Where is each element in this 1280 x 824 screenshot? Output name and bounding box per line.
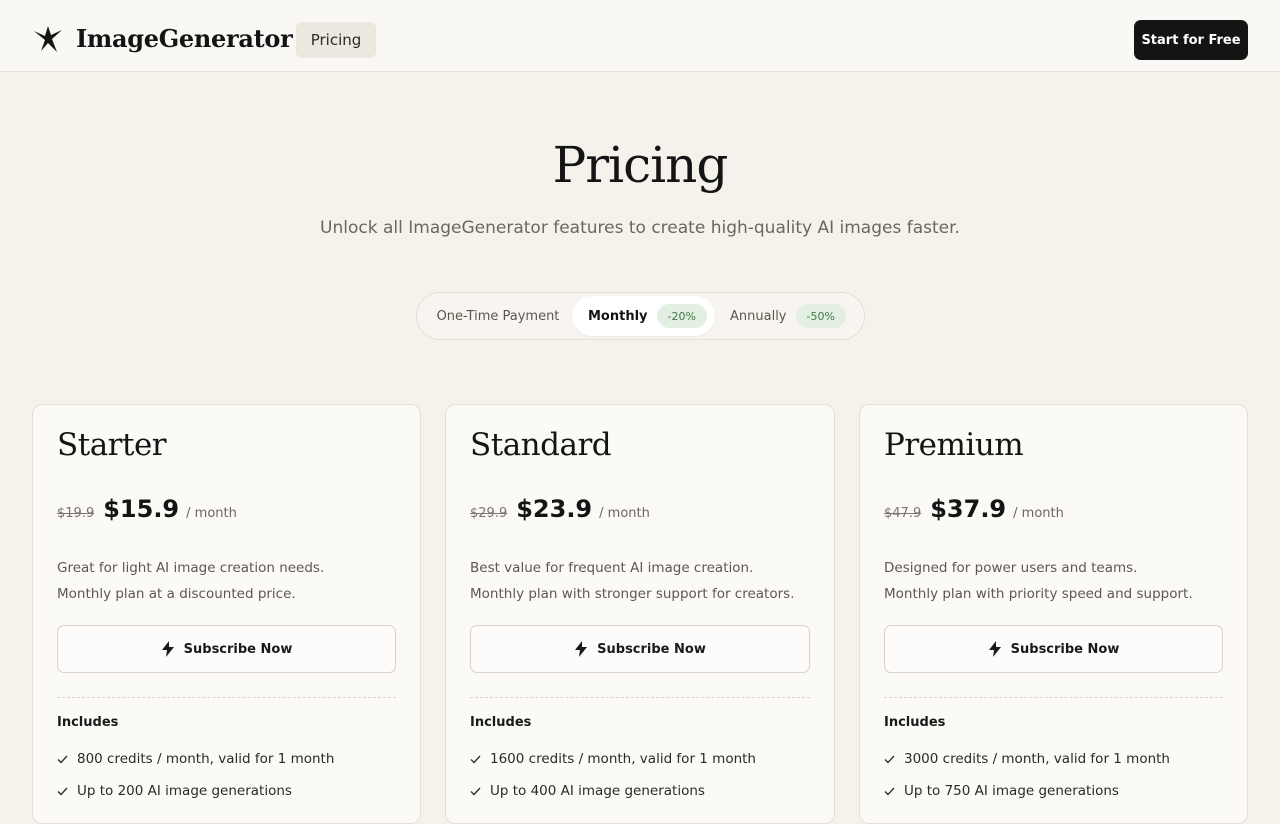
feature-text: 800 credits / month, valid for 1 month: [77, 751, 335, 767]
subscribe-button-label: Subscribe Now: [183, 641, 293, 657]
plan-name: Standard: [470, 427, 612, 463]
start-for-free-button[interactable]: Start for Free: [1134, 20, 1248, 60]
monthly-discount-badge: -20%: [656, 304, 707, 328]
divider: [57, 697, 396, 698]
plan-original-price: $29.9: [470, 506, 508, 521]
plan-current-price: $37.9: [930, 495, 1007, 523]
feature-text: Up to 750 AI image generations: [904, 783, 1119, 799]
bird-logo-icon: [34, 25, 62, 52]
plan-period: / month: [186, 506, 237, 521]
toggle-monthly-label: Monthly: [588, 308, 648, 324]
plan-current-price: $23.9: [516, 495, 593, 523]
includes-heading: Includes: [57, 715, 119, 730]
subscribe-button-label: Subscribe Now: [597, 641, 706, 657]
top-nav: ImageGenerator Pricing Start for Free: [0, 0, 1280, 72]
includes-heading: Includes: [884, 715, 946, 730]
plan-name: Premium: [884, 427, 1024, 463]
plan-description-line: Great for light AI image creation needs.: [57, 560, 325, 576]
check-icon: [470, 755, 481, 763]
feature-item: 800 credits / month, valid for 1 month: [57, 751, 334, 767]
plan-description: Great for light AI image creation needs.…: [57, 555, 324, 607]
logo[interactable]: ImageGenerator: [32, 24, 293, 53]
toggle-annually-label: Annually: [730, 308, 787, 324]
divider: [884, 697, 1223, 698]
feature-item: 1600 credits / month, valid for 1 month: [470, 751, 756, 767]
plan-description-line: Monthly plan with priority speed and sup…: [884, 586, 1193, 602]
toggle-monthly[interactable]: Monthly -20%: [572, 296, 715, 336]
subscribe-button-standard[interactable]: Subscribe Now: [470, 625, 810, 673]
feature-item: Up to 200 AI image generations: [57, 783, 292, 799]
includes-heading: Includes: [470, 715, 532, 730]
plan-current-price: $15.9: [103, 495, 180, 523]
check-icon: [884, 787, 895, 795]
subscribe-button-label: Subscribe Now: [1010, 641, 1120, 657]
plan-description: Best value for frequent AI image creatio…: [470, 555, 795, 607]
check-icon: [884, 755, 895, 763]
toggle-annually[interactable]: Annually -50%: [716, 296, 862, 336]
nav-pricing-link[interactable]: Pricing: [296, 22, 376, 58]
plan-description: Designed for power users and teams. Mont…: [884, 555, 1193, 607]
check-icon: [57, 755, 68, 763]
subscribe-button-starter[interactable]: Subscribe Now: [57, 625, 396, 673]
page-title: Pricing: [552, 136, 729, 194]
plan-price: $19.9 $15.9 / month: [57, 495, 237, 523]
billing-toggle: One-Time Payment Monthly -20% Annually -…: [416, 292, 865, 340]
plan-period: / month: [1013, 506, 1064, 521]
plan-price: $47.9 $37.9 / month: [884, 495, 1064, 523]
feature-item: 3000 credits / month, valid for 1 month: [884, 751, 1170, 767]
feature-item: Up to 750 AI image generations: [884, 783, 1119, 799]
plan-card-premium: Premium $47.9 $37.9 / month Designed for…: [859, 404, 1248, 824]
feature-item: Up to 400 AI image generations: [470, 783, 705, 799]
page-subtitle: Unlock all ImageGenerator features to cr…: [320, 218, 960, 238]
divider: [470, 697, 810, 698]
lightning-icon: [161, 641, 174, 657]
subscribe-button-premium[interactable]: Subscribe Now: [884, 625, 1223, 673]
lightning-icon: [988, 641, 1001, 657]
plan-original-price: $47.9: [884, 506, 922, 521]
plan-original-price: $19.9: [57, 506, 95, 521]
annually-discount-badge: -50%: [795, 304, 846, 328]
toggle-one-time-payment[interactable]: One-Time Payment: [421, 296, 575, 336]
plan-period: / month: [599, 506, 650, 521]
plan-card-standard: Standard $29.9 $23.9 / month Best value …: [445, 404, 835, 824]
plan-description-line: Best value for frequent AI image creatio…: [470, 560, 754, 576]
lightning-icon: [575, 641, 588, 657]
plan-price: $29.9 $23.9 / month: [470, 495, 650, 523]
plan-description-line: Designed for power users and teams.: [884, 560, 1138, 576]
feature-text: Up to 200 AI image generations: [77, 783, 292, 799]
feature-text: 1600 credits / month, valid for 1 month: [490, 751, 756, 767]
check-icon: [57, 787, 68, 795]
feature-text: Up to 400 AI image generations: [490, 783, 705, 799]
toggle-one-time-label: One-Time Payment: [436, 308, 560, 324]
logo-text: ImageGenerator: [76, 24, 293, 53]
plan-description-line: Monthly plan at a discounted price.: [57, 586, 296, 602]
plan-description-line: Monthly plan with stronger support for c…: [470, 586, 795, 602]
feature-text: 3000 credits / month, valid for 1 month: [904, 751, 1170, 767]
plan-card-starter: Starter $19.9 $15.9 / month Great for li…: [32, 404, 421, 824]
plan-name: Starter: [57, 427, 167, 463]
check-icon: [470, 787, 481, 795]
